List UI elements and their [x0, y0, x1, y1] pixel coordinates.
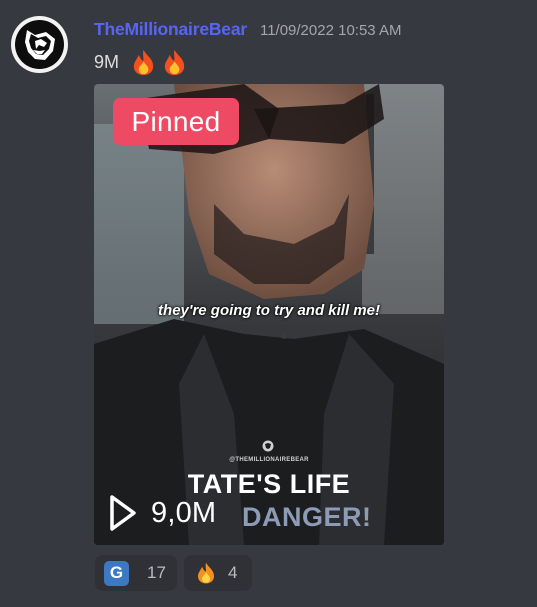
view-count: 9,0M	[151, 496, 217, 529]
message-text: 9M	[94, 52, 120, 72]
g-letter-icon: G	[104, 560, 129, 586]
play-overlay[interactable]: 9,0M	[108, 494, 216, 532]
username[interactable]: TheMillionaireBear	[94, 19, 247, 40]
fire-emoji-icon	[133, 49, 154, 76]
reaction-g[interactable]: G 17	[95, 555, 177, 591]
reaction-count: 4	[228, 563, 238, 582]
timestamp: 11/09/2022 10:53 AM	[259, 22, 402, 39]
video-caption: they're going to try and kill me!	[158, 302, 380, 319]
watermark-text: @THEMILLIONAIREBEAR	[229, 457, 309, 463]
reaction-fire[interactable]: 4	[184, 555, 252, 591]
message-header: TheMillionaireBear 11/09/2022 10:53 AM	[94, 19, 401, 40]
watermark-logo-icon	[262, 440, 274, 452]
video-title-line2: DANGER!	[242, 502, 372, 532]
fire-icon	[198, 562, 214, 584]
message-content: 9M	[94, 48, 189, 77]
fire-emoji-icon	[164, 49, 185, 76]
play-icon[interactable]	[108, 494, 138, 532]
avatar[interactable]	[11, 16, 68, 73]
reaction-count: 17	[147, 563, 166, 582]
video-embed[interactable]: Pinned they're going to try and kill me!…	[94, 84, 444, 545]
bear-logo-icon	[15, 20, 64, 69]
pinned-badge: Pinned	[113, 98, 239, 145]
